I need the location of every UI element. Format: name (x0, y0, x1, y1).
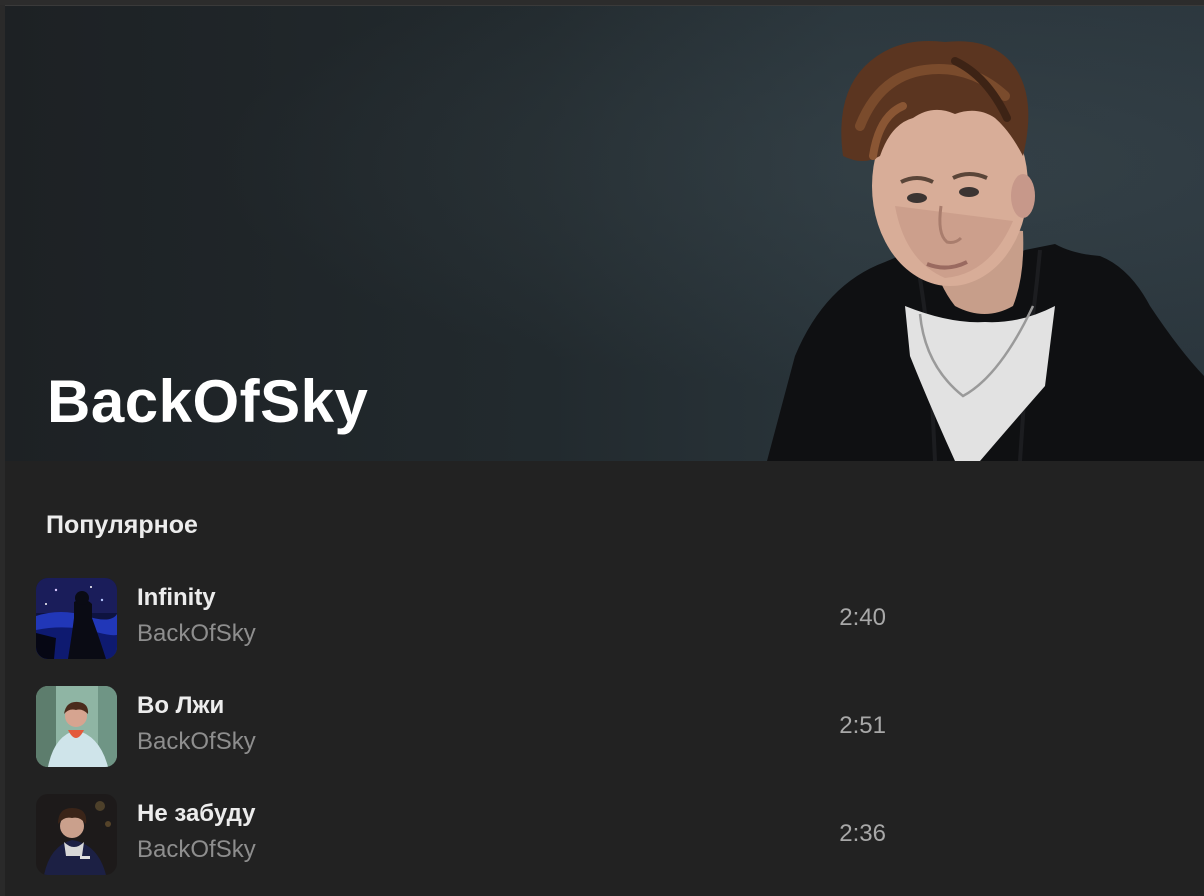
artist-photo (767, 41, 1204, 461)
track-title: Infinity (137, 584, 216, 611)
track-artist[interactable]: BackOfSky (137, 618, 256, 650)
track-artist[interactable]: BackOfSky (137, 834, 256, 866)
track-title: Во Лжи (137, 692, 225, 719)
track-duration: 2:36 (839, 820, 886, 847)
artist-header: BackOfSky (5, 6, 1204, 461)
artist-name: BackOfSky (47, 368, 369, 435)
track-duration: 2:51 (839, 712, 886, 739)
track-title: Не забуду (137, 800, 256, 827)
track-duration: 2:40 (839, 604, 886, 631)
track-row[interactable]: Во Лжи BackOfSky 2:51 (36, 686, 916, 768)
app-window: BackOfSky Популярное Infinity BackOfSky … (0, 0, 1204, 896)
track-row[interactable]: Infinity BackOfSky 2:40 (36, 578, 916, 660)
track-artist[interactable]: BackOfSky (137, 726, 256, 758)
night-sky-cover-icon (36, 578, 117, 659)
winter-portrait-cover-icon (36, 686, 117, 767)
dark-portrait-cover-icon (36, 794, 117, 875)
track-row[interactable]: Не забуду BackOfSky 2:36 (36, 794, 916, 876)
popular-section-title: Популярное (46, 511, 198, 539)
